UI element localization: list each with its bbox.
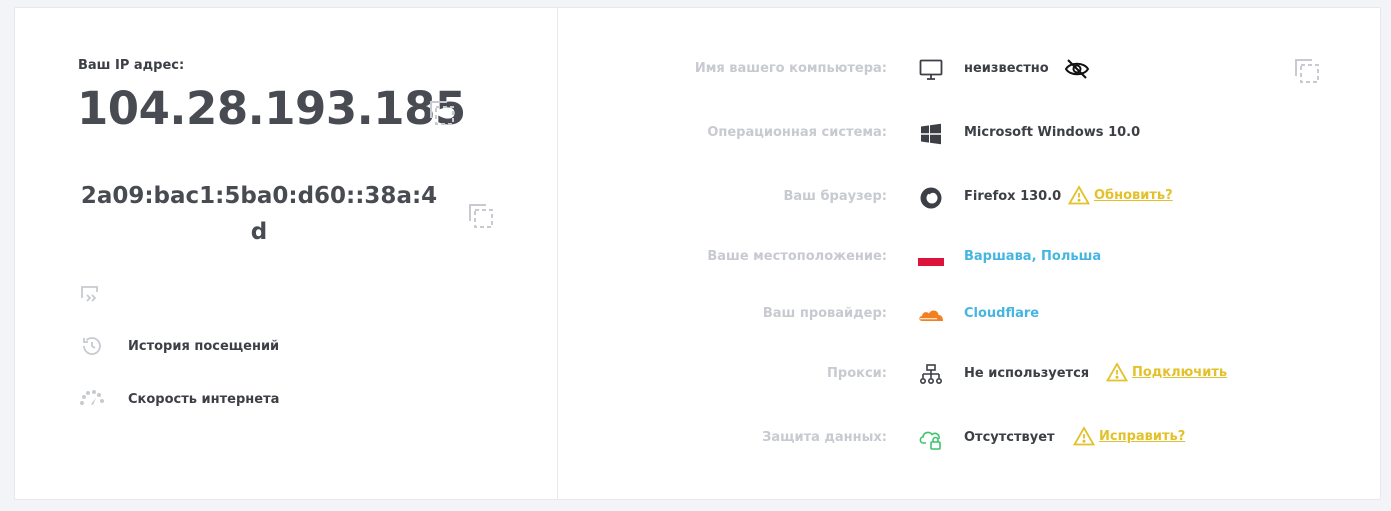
computer-name-label: Имя вашего компьютера: bbox=[694, 61, 887, 76]
os-value: Microsoft Windows 10.0 bbox=[964, 125, 1141, 140]
browser-update-label[interactable]: Обновить? bbox=[1094, 188, 1173, 203]
cloudflare-icon bbox=[918, 302, 944, 328]
history-label: История посещений bbox=[128, 338, 280, 354]
ipv4-address: 104.28.193.185 bbox=[77, 82, 466, 135]
proxy-value: Не используется bbox=[964, 366, 1090, 381]
row-browser: Ваш браузер: Firefox 130.0 Обновить? bbox=[558, 183, 1381, 213]
history-icon bbox=[79, 333, 105, 359]
proxy-label: Прокси: bbox=[827, 366, 887, 381]
cloud-lock-icon bbox=[918, 426, 944, 452]
proxy-connect-label[interactable]: Подключить bbox=[1132, 365, 1227, 380]
protection-fix-label[interactable]: Исправить? bbox=[1099, 429, 1185, 444]
row-computer-name: Имя вашего компьютера: неизвестно bbox=[558, 55, 1381, 85]
protection-value: Отсутствует bbox=[964, 430, 1055, 445]
speed-test-link[interactable]: Скорость интернета bbox=[79, 386, 279, 412]
speedometer-icon bbox=[79, 386, 105, 412]
row-location: Ваше местоположение: Варшава, Польша bbox=[558, 243, 1381, 273]
location-label: Ваше местоположение: bbox=[707, 249, 887, 264]
copy-ipv6-icon[interactable] bbox=[468, 203, 494, 229]
row-data-protection: Защита данных: Отсутствует Исправить? bbox=[558, 424, 1381, 454]
location-value[interactable]: Варшава, Польша bbox=[964, 249, 1101, 264]
network-icon bbox=[918, 362, 944, 388]
copy-ipv4-icon[interactable] bbox=[429, 100, 455, 126]
share-icon[interactable] bbox=[79, 284, 101, 308]
speed-test-label: Скорость интернета bbox=[128, 391, 280, 407]
row-os: Операционная система: Microsoft Windows … bbox=[558, 119, 1381, 149]
warning-icon bbox=[1068, 185, 1090, 205]
firefox-icon bbox=[918, 185, 944, 211]
row-provider: Ваш провайдер: Cloudflare bbox=[558, 300, 1381, 330]
os-label: Операционная система: bbox=[707, 125, 887, 140]
browser-value: Firefox 130.0 bbox=[964, 189, 1062, 204]
ipv6-address: 2a09:bac1:5ba0:d60::38a:4d bbox=[80, 183, 438, 245]
protection-fix-link[interactable]: Исправить? bbox=[1073, 426, 1185, 446]
warning-icon bbox=[1106, 362, 1128, 382]
poland-flag-icon bbox=[918, 245, 944, 271]
history-link[interactable]: История посещений bbox=[79, 333, 279, 359]
protection-label: Защита данных: bbox=[762, 430, 887, 445]
browser-update-link[interactable]: Обновить? bbox=[1068, 185, 1173, 205]
ip-label: Ваш IP адрес: bbox=[78, 58, 185, 73]
proxy-connect-link[interactable]: Подключить bbox=[1106, 362, 1227, 382]
provider-value[interactable]: Cloudflare bbox=[964, 306, 1039, 321]
monitor-icon bbox=[918, 57, 944, 83]
warning-icon bbox=[1073, 426, 1095, 446]
ip-info-card: Ваш IP адрес: 104.28.193.185 2a09:bac1:5… bbox=[14, 7, 1381, 500]
row-proxy: Прокси: Не используется Подключить bbox=[558, 360, 1381, 390]
provider-label: Ваш провайдер: bbox=[762, 306, 887, 321]
browser-label: Ваш браузер: bbox=[783, 189, 887, 204]
hidden-eye-icon[interactable] bbox=[1064, 58, 1090, 84]
windows-icon bbox=[918, 121, 944, 147]
computer-name-value: неизвестно bbox=[964, 61, 1049, 76]
